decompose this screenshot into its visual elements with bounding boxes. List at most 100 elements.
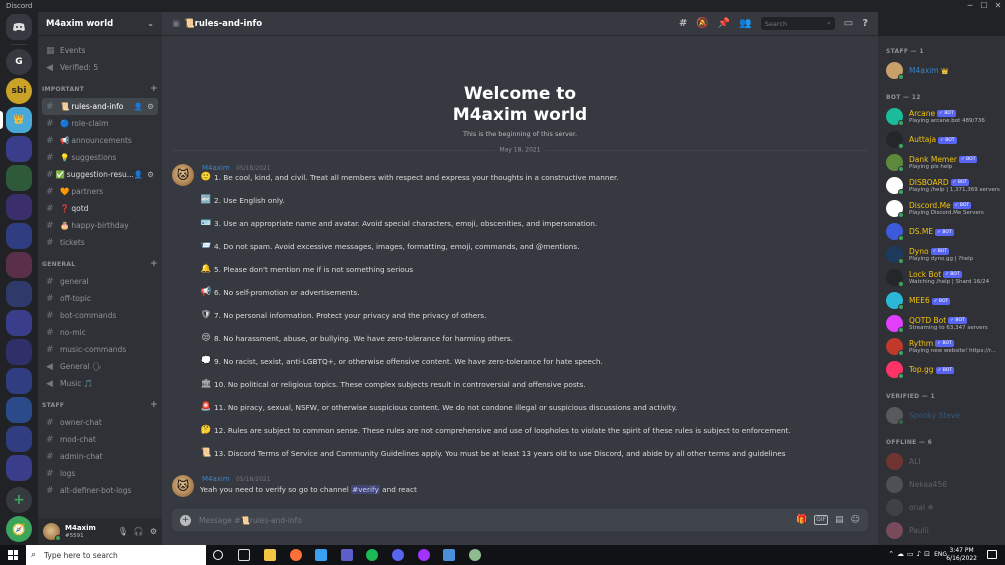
server-folder-icon[interactable] [6,281,32,307]
system-tray-icons[interactable]: ⌃☁▭♪⊡ [888,550,933,558]
sidebar-item-channel[interactable]: # ❓ qotd [42,200,158,217]
sidebar-item-channel[interactable]: # general [42,273,158,290]
notification-bell-icon[interactable]: 🔕 [696,18,708,29]
channel-settings-icon[interactable]: ⚙ [147,170,154,179]
headphones-icon[interactable]: 🎧 [134,527,144,536]
server-folder-icon[interactable] [6,252,32,278]
member-item[interactable]: DISBOARD ✓ BOT Playing /help | 1,371,369 s… [886,174,1000,197]
invite-icon[interactable]: 👤 [134,170,143,179]
server-sbi-icon[interactable]: sbi [6,78,32,104]
category-staff[interactable]: STAFF + [38,396,162,414]
microphone-icon[interactable]: 🎙 [118,527,128,536]
server-m4axim-world-icon[interactable]: 👑 [6,107,32,133]
member-item[interactable]: Lock Bot ✓ BOT Watching /help | Shard 16/2… [886,266,997,289]
sidebar-item-channel[interactable]: # 📢 announcements [42,132,158,149]
server-folder-icon[interactable] [6,397,32,423]
add-channel-icon[interactable]: + [150,84,158,94]
sidebar-item-channel[interactable]: # no-mic [42,324,158,341]
gif-icon[interactable]: GIF [814,515,829,525]
store-icon[interactable] [315,549,327,561]
add-channel-icon[interactable]: + [150,400,158,410]
server-folder-icon[interactable] [6,165,32,191]
sidebar-item-channel[interactable]: # 🎂 happy-birthday [42,217,158,234]
sidebar-item-channel[interactable]: # 💡 suggestions [42,149,158,166]
member-item[interactable]: M4axim 👑 [886,59,997,82]
sidebar-item-channel[interactable]: # admin-chat [42,448,158,465]
maximize-button[interactable]: ☐ [977,0,991,12]
sidebar-item-channel[interactable]: # off-topic [42,290,158,307]
threads-icon[interactable]: # [679,18,687,29]
member-item[interactable]: Top.gg ✓ BOT [886,358,997,381]
channel-settings-icon[interactable]: ⚙ [147,102,154,111]
sidebar-item-verified[interactable]: ◀ Verified: 5 [42,59,158,76]
add-server-icon[interactable]: + [6,487,32,513]
server-folder-icon[interactable] [6,194,32,220]
member-item[interactable]: Spooky Steve [886,404,997,427]
sidebar-item-channel[interactable]: # logs [42,465,158,482]
member-item[interactable]: ALI [886,450,997,473]
category-general[interactable]: GENERAL + [38,255,162,273]
cortana-icon[interactable] [213,550,223,560]
search-input[interactable]: Search ⌕ [760,17,835,30]
member-item[interactable]: Arcane ✓ BOT Playing arcane.bot 489/736 [886,105,997,128]
messenger-icon[interactable] [418,549,430,561]
sidebar-item-channel[interactable]: # ✅ suggestion-resu... 👤 ⚙ [42,166,158,183]
channel-mention[interactable]: #verify [351,485,380,494]
language-indicator[interactable]: ENG [934,551,947,558]
sidebar-item-channel[interactable]: # 🧡 partners [42,183,158,200]
server-folder-icon[interactable] [6,426,32,452]
discord-home-icon[interactable] [6,14,32,40]
windows-start-icon[interactable] [8,550,18,560]
app-icon[interactable] [469,549,481,561]
sidebar-item-channel[interactable]: ◀ General 🗣 [42,358,158,375]
avatar[interactable]: 🐱 [172,475,194,497]
member-item[interactable]: Dank Memer ✓ BOT Playing pls help [886,151,997,174]
server-folder-icon[interactable] [6,136,32,162]
sidebar-item-channel[interactable]: # bot-commands [42,307,158,324]
taskbar-search-input[interactable]: ⌕ Type here to search [26,545,206,565]
message[interactable]: 🐱 M4axim 05/18/2021 🙂 1. Be cool, kind, a… [172,164,868,464]
member-item[interactable]: onai ❄ [886,496,997,519]
taskbar-clock[interactable]: 3:47 PM 6/16/2022 [946,547,977,563]
emoji-icon[interactable]: ☺ [851,515,860,525]
member-item[interactable]: Nekaa456 [886,473,997,496]
member-item[interactable]: Dyno ✓ BOT Playing dyno.gg | ?help [886,243,997,266]
task-view-icon[interactable] [238,549,250,561]
sidebar-item-channel[interactable]: # owner-chat [42,414,158,431]
member-item[interactable]: Paulii [886,519,997,542]
server-folder-icon[interactable] [6,368,32,394]
notification-center-icon[interactable] [987,550,997,559]
gift-icon[interactable]: 🎁 [796,515,807,525]
server-header[interactable]: M4axim world ⌄ [38,12,162,36]
pin-icon[interactable]: 📌 [718,18,730,29]
gear-icon[interactable]: ⚙ [150,527,157,536]
firefox-icon[interactable] [290,549,302,561]
member-item[interactable]: MEE6 ✓ BOT [886,289,997,312]
server-folder-icon[interactable] [6,223,32,249]
category-important[interactable]: IMPORTANT + [38,80,162,98]
message-author[interactable]: M4axim [202,475,230,483]
inbox-icon[interactable]: ▭ [844,18,853,29]
server-folder-icon[interactable] [6,455,32,481]
explore-servers-icon[interactable]: 🧭 [6,516,32,542]
member-item[interactable]: DS.ME ✓ BOT [886,220,997,243]
message[interactable]: 🐱 M4axim 05/18/2021 Yeah you need to ver… [172,475,868,499]
avatar[interactable]: 🐱 [172,164,194,186]
sidebar-item-events[interactable]: ▦ Events [42,42,158,59]
discord-taskbar-icon[interactable] [392,549,404,561]
member-item[interactable]: Discord.Me ✓ BOT Playing Discord.Me Server… [886,197,997,220]
member-list-icon[interactable]: 👥 [739,18,751,29]
file-explorer-icon[interactable] [264,549,276,561]
minimize-button[interactable]: ─ [963,0,977,12]
member-item[interactable]: QOTD Bot ✓ BOT Streaming to 63,347 servers [886,312,997,335]
sidebar-item-channel[interactable]: # 📜 rules-and-info 👤 ⚙ [42,98,158,115]
sidebar-item-channel[interactable]: ◀ Music 🎵 [42,375,158,392]
calculator-icon[interactable] [443,549,455,561]
sidebar-item-channel[interactable]: # alt-definer-bot-logs [42,482,158,499]
server-folder-icon[interactable] [6,310,32,336]
member-item[interactable]: Rythm ✓ BOT Playing new website! https://r… [886,335,997,358]
message-composer[interactable]: + Message #📜rules-and-info 🎁 GIF ▤ ☺ [172,509,868,531]
avatar[interactable] [43,523,61,541]
sidebar-item-channel[interactable]: # tickets [42,234,158,251]
help-icon[interactable]: ? [862,18,868,29]
